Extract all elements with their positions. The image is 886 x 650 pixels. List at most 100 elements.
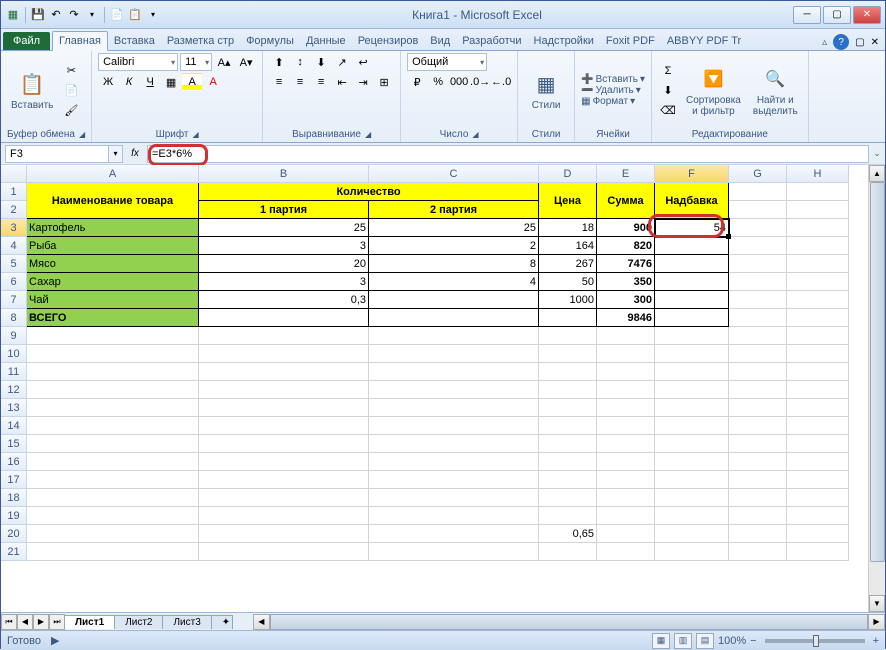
tab-home[interactable]: Главная — [52, 31, 108, 51]
percent-icon[interactable]: % — [428, 73, 448, 91]
italic-button[interactable]: К — [119, 73, 139, 91]
name-box[interactable]: F3 — [5, 145, 109, 163]
cell[interactable] — [655, 237, 729, 255]
cell[interactable] — [787, 201, 849, 219]
cell[interactable] — [597, 525, 655, 543]
cell[interactable] — [539, 453, 597, 471]
cell[interactable] — [597, 363, 655, 381]
cell[interactable] — [655, 327, 729, 345]
cell[interactable] — [597, 507, 655, 525]
cell[interactable] — [369, 435, 539, 453]
cell[interactable]: 267 — [539, 255, 597, 273]
redo-icon[interactable]: ↷ — [66, 7, 82, 23]
worksheet-grid[interactable]: ABCDEFGH1Наименование товараКоличествоЦе… — [1, 165, 885, 612]
align-launcher-icon[interactable]: ◢ — [365, 130, 371, 139]
cell[interactable] — [729, 453, 787, 471]
zoom-level[interactable]: 100% — [718, 635, 746, 647]
cell[interactable] — [787, 471, 849, 489]
cell[interactable]: 2 партия — [369, 201, 539, 219]
find-select-button[interactable]: 🔍 Найти и выделить — [749, 53, 802, 128]
cell[interactable] — [729, 381, 787, 399]
cell[interactable]: 18 — [539, 219, 597, 237]
cell[interactable] — [597, 399, 655, 417]
autosum-icon[interactable]: Σ — [658, 62, 678, 80]
row-header[interactable]: 5 — [1, 255, 27, 273]
page-layout-view-icon[interactable]: ▥ — [674, 633, 692, 649]
cell[interactable] — [199, 525, 369, 543]
increase-font-icon[interactable]: A▴ — [214, 53, 234, 71]
cell[interactable]: 164 — [539, 237, 597, 255]
scroll-up-icon[interactable]: ▲ — [869, 165, 885, 182]
tab-addins[interactable]: Надстройки — [528, 32, 600, 50]
minimize-button[interactable]: ─ — [793, 6, 821, 24]
cell[interactable] — [369, 417, 539, 435]
cell[interactable] — [199, 471, 369, 489]
cell[interactable] — [27, 525, 199, 543]
cell[interactable] — [729, 291, 787, 309]
cell[interactable]: 300 — [597, 291, 655, 309]
row-header[interactable]: 15 — [1, 435, 27, 453]
cell[interactable] — [539, 345, 597, 363]
fill-color-icon[interactable]: A — [182, 73, 202, 91]
cell[interactable] — [787, 273, 849, 291]
cell[interactable] — [729, 543, 787, 561]
border-icon[interactable]: ▦ — [161, 73, 181, 91]
cell[interactable] — [787, 417, 849, 435]
column-header[interactable]: C — [369, 165, 539, 183]
cell[interactable]: Количество — [199, 183, 539, 201]
cell[interactable]: 1000 — [539, 291, 597, 309]
cell[interactable] — [729, 327, 787, 345]
cell[interactable]: Сумма — [597, 183, 655, 219]
currency-icon[interactable]: ₽ — [407, 73, 427, 91]
cell[interactable] — [369, 543, 539, 561]
cell[interactable] — [729, 273, 787, 291]
cell[interactable] — [787, 399, 849, 417]
fill-icon[interactable]: ⬇ — [658, 82, 678, 100]
cell[interactable]: 0,3 — [199, 291, 369, 309]
cell[interactable] — [787, 255, 849, 273]
cell[interactable] — [729, 201, 787, 219]
formula-input[interactable]: =E3*6% — [147, 145, 869, 163]
cell[interactable] — [369, 525, 539, 543]
cell[interactable] — [369, 363, 539, 381]
row-header[interactable]: 4 — [1, 237, 27, 255]
column-header[interactable]: B — [199, 165, 369, 183]
font-name-combo[interactable]: Calibri — [98, 53, 178, 71]
scroll-right-icon[interactable]: ▶ — [868, 614, 885, 630]
tab-data[interactable]: Данные — [300, 32, 352, 50]
bold-button[interactable]: Ж — [98, 73, 118, 91]
cell[interactable]: Сахар — [27, 273, 199, 291]
cell[interactable] — [369, 399, 539, 417]
cell[interactable] — [539, 417, 597, 435]
copy-icon[interactable]: 📄 — [61, 82, 81, 100]
cell[interactable]: 2 — [369, 237, 539, 255]
cell[interactable] — [597, 543, 655, 561]
close-button[interactable]: ✕ — [853, 6, 881, 24]
cell[interactable] — [787, 345, 849, 363]
number-launcher-icon[interactable]: ◢ — [472, 130, 478, 139]
row-header[interactable]: 1 — [1, 183, 27, 201]
cell[interactable]: 1 партия — [199, 201, 369, 219]
tab-formulas[interactable]: Формулы — [240, 32, 300, 50]
cell[interactable] — [27, 489, 199, 507]
cell[interactable] — [655, 543, 729, 561]
window-inner-close-icon[interactable]: ✕ — [871, 37, 879, 48]
cell[interactable] — [199, 417, 369, 435]
row-header[interactable]: 2 — [1, 201, 27, 219]
cell[interactable] — [655, 363, 729, 381]
fx-icon[interactable]: fx — [127, 146, 143, 162]
cell[interactable] — [539, 363, 597, 381]
cell[interactable]: Надбавка — [655, 183, 729, 219]
normal-view-icon[interactable]: ▦ — [652, 633, 670, 649]
cell[interactable] — [27, 327, 199, 345]
row-header[interactable]: 10 — [1, 345, 27, 363]
cell[interactable] — [369, 507, 539, 525]
row-header[interactable]: 11 — [1, 363, 27, 381]
column-header[interactable]: E — [597, 165, 655, 183]
tab-review[interactable]: Рецензиров — [352, 32, 425, 50]
underline-button[interactable]: Ч — [140, 73, 160, 91]
cell[interactable] — [787, 507, 849, 525]
cell[interactable]: 8 — [369, 255, 539, 273]
cell[interactable] — [539, 327, 597, 345]
align-center-icon[interactable]: ≡ — [290, 73, 310, 91]
